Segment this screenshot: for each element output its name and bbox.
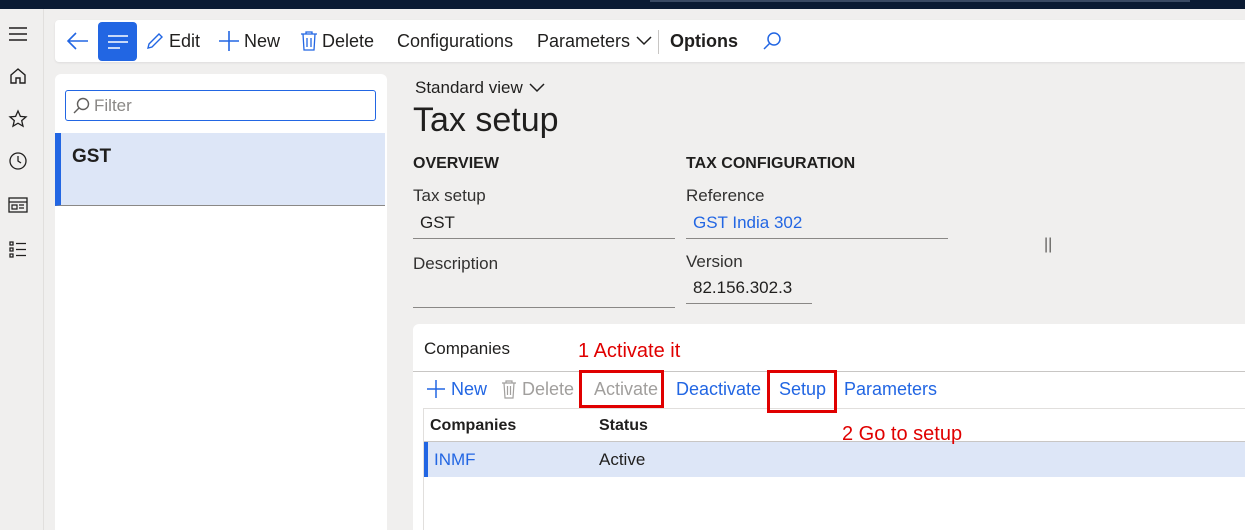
pencil-icon <box>147 33 163 49</box>
annotation-step-1: 1 Activate it <box>578 340 681 362</box>
companies-new-button[interactable]: New <box>426 378 487 400</box>
list-panel: Filter GST <box>55 74 387 530</box>
search-icon <box>763 32 781 50</box>
reference-link[interactable]: GST India 302 <box>686 209 948 239</box>
list-view-toggle-button[interactable] <box>98 22 137 61</box>
companies-grid: Companies Status INMF Active <box>423 408 1245 530</box>
parameters-label: Parameters <box>537 30 631 51</box>
filter-placeholder: Filter <box>94 95 132 115</box>
toolbar-divider <box>658 30 659 54</box>
delete-button[interactable]: Delete <box>300 20 374 62</box>
delete-label: Delete <box>322 30 375 51</box>
edit-button[interactable]: Edit <box>145 20 200 62</box>
companies-new-label: New <box>451 378 488 399</box>
new-label: New <box>244 30 281 51</box>
table-row[interactable]: INMF Active <box>424 442 1245 477</box>
configurations-label: Configurations <box>397 30 514 51</box>
hamburger-menu-icon[interactable] <box>6 22 30 46</box>
description-field[interactable] <box>413 278 675 308</box>
edit-label: Edit <box>169 30 201 51</box>
chevron-down-icon <box>529 83 545 93</box>
filter-input[interactable]: Filter <box>65 90 376 121</box>
options-label: Options <box>670 30 738 51</box>
parameters-menu[interactable]: Parameters <box>537 20 656 62</box>
deactivate-label: Deactivate <box>676 378 762 399</box>
version-label: Version <box>686 252 743 271</box>
overview-heading: OVERVIEW <box>413 155 499 172</box>
annotation-box-setup <box>767 370 837 413</box>
companies-parameters-button[interactable]: Parameters <box>844 378 937 400</box>
view-selector-label: Standard view <box>415 78 523 97</box>
description-label: Description <box>413 254 499 273</box>
splitter-handle[interactable]: || <box>1044 236 1052 254</box>
companies-section-title: Companies <box>424 339 510 358</box>
annotation-step-2: 2 Go to setup <box>842 423 963 445</box>
details-pane: Standard view Tax setup OVERVIEW Tax set… <box>413 74 1245 530</box>
trash-icon <box>502 380 516 399</box>
list-lines-icon <box>107 34 128 49</box>
list-item[interactable]: GST <box>55 133 385 206</box>
tax-setup-field[interactable]: GST <box>413 209 675 239</box>
recent-clock-icon[interactable] <box>6 149 30 173</box>
column-header-companies[interactable]: Companies <box>430 417 516 435</box>
workspaces-icon[interactable] <box>6 193 30 217</box>
plus-icon <box>219 31 239 51</box>
favorites-star-icon[interactable] <box>6 107 30 131</box>
options-tab[interactable]: Options <box>670 20 738 62</box>
chevron-down-icon <box>636 36 652 46</box>
companies-delete-label: Delete <box>522 378 575 399</box>
search-icon <box>73 97 90 113</box>
status-cell: Active <box>599 450 646 469</box>
top-app-bar <box>0 0 1245 9</box>
tax-configuration-heading: TAX CONFIGURATION <box>686 155 856 172</box>
home-icon[interactable] <box>6 64 30 88</box>
company-cell[interactable]: INMF <box>434 450 476 470</box>
view-selector[interactable]: Standard view <box>415 78 545 98</box>
new-button[interactable]: New <box>218 20 280 62</box>
version-field[interactable]: 82.156.302.3 <box>686 274 812 304</box>
grid-header: Companies Status <box>424 408 1245 442</box>
column-header-status[interactable]: Status <box>599 417 648 435</box>
global-search-strip[interactable] <box>650 0 1190 2</box>
list-item-label: GST <box>72 146 112 167</box>
trash-icon <box>301 31 317 51</box>
deactivate-button[interactable]: Deactivate <box>676 378 761 400</box>
tax-setup-label: Tax setup <box>413 186 486 205</box>
search-button[interactable] <box>762 20 786 62</box>
configurations-menu[interactable]: Configurations <box>397 20 513 62</box>
companies-parameters-label: Parameters <box>844 378 938 399</box>
back-button[interactable] <box>66 20 94 62</box>
left-navigation <box>0 9 44 530</box>
modules-list-icon[interactable] <box>6 237 30 261</box>
page-title: Tax setup <box>413 101 559 139</box>
plus-icon <box>427 380 445 398</box>
companies-section: Companies New Delete Activate Deactivate… <box>413 324 1245 530</box>
annotation-box-activate <box>579 370 664 408</box>
action-pane: Edit New Delete Configurations Parameter… <box>55 20 1245 62</box>
reference-label: Reference <box>686 186 765 205</box>
companies-delete-button[interactable]: Delete <box>501 378 574 400</box>
